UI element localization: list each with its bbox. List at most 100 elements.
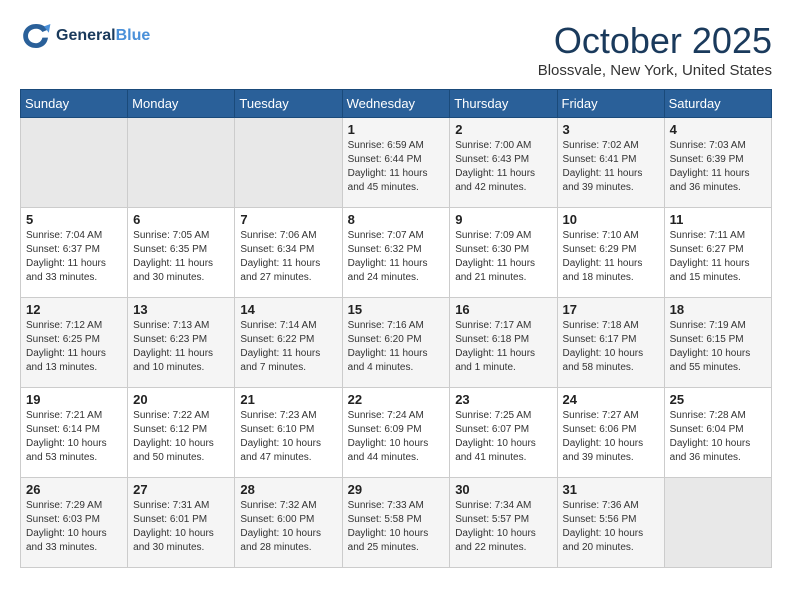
day-info: Sunrise: 7:07 AM Sunset: 6:32 PM Dayligh… <box>348 229 445 285</box>
calendar-cell: 15Sunrise: 7:16 AM Sunset: 6:20 PM Dayli… <box>342 298 450 388</box>
day-info: Sunrise: 7:33 AM Sunset: 5:58 PM Dayligh… <box>348 499 445 555</box>
calendar-cell: 17 Sunrise: 7:18 AM Sunset: 6:17 PM Dayli… <box>557 298 664 388</box>
day-number: 8 <box>348 212 445 227</box>
day-info: Sunrise: 7:25 AM Sunset: 6:07 PM Dayligh… <box>455 409 551 465</box>
calendar-cell: 26 Sunrise: 7:29 AM Sunset: 6:03 PM Dayli… <box>21 478 128 568</box>
day-info: Sunrise: 7:17 AM Sunset: 6:18 PM Dayligh… <box>455 319 551 375</box>
day-number: 30 <box>455 482 551 497</box>
day-number: 27 <box>133 482 229 497</box>
calendar-cell <box>21 118 128 208</box>
day-number: 31 <box>563 482 659 497</box>
calendar-cell: 9Sunrise: 7:09 AM Sunset: 6:30 PM Daylig… <box>450 208 557 298</box>
day-number: 18 <box>670 302 766 317</box>
calendar-cell: 31 Sunrise: 7:36 AM Sunset: 5:56 PM Dayli… <box>557 478 664 568</box>
day-info: Sunrise: 7:36 AM Sunset: 5:56 PM Dayligh… <box>563 499 659 555</box>
day-number: 12 <box>26 302 122 317</box>
calendar-cell: 25Sunrise: 7:28 AM Sunset: 6:04 PM Dayli… <box>664 388 771 478</box>
calendar-week-row: 5 Sunrise: 7:04 AM Sunset: 6:37 PM Daylig… <box>21 208 772 298</box>
calendar-week-row: 19 Sunrise: 7:21 AM Sunset: 6:14 PM Dayli… <box>21 388 772 478</box>
day-info: Sunrise: 7:19 AM Sunset: 6:15 PM Dayligh… <box>670 319 766 375</box>
day-number: 1 <box>348 122 445 137</box>
calendar-week-row: 26 Sunrise: 7:29 AM Sunset: 6:03 PM Dayli… <box>21 478 772 568</box>
calendar-week-row: 1 Sunrise: 6:59 AM Sunset: 6:44 PM Daylig… <box>21 118 772 208</box>
day-info: Sunrise: 7:06 AM Sunset: 6:34 PM Dayligh… <box>240 229 336 285</box>
day-info: Sunrise: 7:00 AM Sunset: 6:43 PM Dayligh… <box>455 139 551 195</box>
day-info: Sunrise: 7:34 AM Sunset: 5:57 PM Dayligh… <box>455 499 551 555</box>
day-info: Sunrise: 7:22 AM Sunset: 6:12 PM Dayligh… <box>133 409 229 465</box>
calendar-cell: 24 Sunrise: 7:27 AM Sunset: 6:06 PM Dayli… <box>557 388 664 478</box>
page-header: GeneralBlue October 2025 Blossvale, New … <box>20 20 772 79</box>
day-info: Sunrise: 7:18 AM Sunset: 6:17 PM Dayligh… <box>563 319 659 375</box>
day-info: Sunrise: 7:11 AM Sunset: 6:27 PM Dayligh… <box>670 229 766 285</box>
calendar-cell: 19 Sunrise: 7:21 AM Sunset: 6:14 PM Dayli… <box>21 388 128 478</box>
day-info: Sunrise: 7:32 AM Sunset: 6:00 PM Dayligh… <box>240 499 336 555</box>
day-number: 23 <box>455 392 551 407</box>
day-info: Sunrise: 7:13 AM Sunset: 6:23 PM Dayligh… <box>133 319 229 375</box>
weekday-header: Sunday <box>21 90 128 118</box>
day-number: 16 <box>455 302 551 317</box>
title-block: October 2025 Blossvale, New York, United… <box>538 20 772 79</box>
calendar-cell: 16 Sunrise: 7:17 AM Sunset: 6:18 PM Dayli… <box>450 298 557 388</box>
day-number: 21 <box>240 392 336 407</box>
calendar-cell: 3 Sunrise: 7:02 AM Sunset: 6:41 PM Daylig… <box>557 118 664 208</box>
calendar-cell: 13Sunrise: 7:13 AM Sunset: 6:23 PM Dayli… <box>128 298 235 388</box>
day-info: Sunrise: 7:03 AM Sunset: 6:39 PM Dayligh… <box>670 139 766 195</box>
day-number: 28 <box>240 482 336 497</box>
day-info: Sunrise: 6:59 AM Sunset: 6:44 PM Dayligh… <box>348 139 445 195</box>
day-info: Sunrise: 7:21 AM Sunset: 6:14 PM Dayligh… <box>26 409 122 465</box>
day-number: 19 <box>26 392 122 407</box>
logo: GeneralBlue <box>20 20 150 52</box>
day-info: Sunrise: 7:02 AM Sunset: 6:41 PM Dayligh… <box>563 139 659 195</box>
day-number: 7 <box>240 212 336 227</box>
day-info: Sunrise: 7:16 AM Sunset: 6:20 PM Dayligh… <box>348 319 445 375</box>
calendar-cell: 8 Sunrise: 7:07 AM Sunset: 6:32 PM Daylig… <box>342 208 450 298</box>
calendar-table: SundayMondayTuesdayWednesdayThursdayFrid… <box>20 89 772 568</box>
day-number: 4 <box>670 122 766 137</box>
day-info: Sunrise: 7:27 AM Sunset: 6:06 PM Dayligh… <box>563 409 659 465</box>
day-number: 3 <box>563 122 659 137</box>
calendar-cell: 28 Sunrise: 7:32 AM Sunset: 6:00 PM Dayli… <box>235 478 342 568</box>
day-info: Sunrise: 7:24 AM Sunset: 6:09 PM Dayligh… <box>348 409 445 465</box>
day-number: 22 <box>348 392 445 407</box>
calendar-cell: 22 Sunrise: 7:24 AM Sunset: 6:09 PM Dayli… <box>342 388 450 478</box>
weekday-header: Tuesday <box>235 90 342 118</box>
logo-text: GeneralBlue <box>56 27 150 45</box>
day-number: 26 <box>26 482 122 497</box>
day-number: 29 <box>348 482 445 497</box>
calendar-cell <box>235 118 342 208</box>
calendar-cell: 12Sunrise: 7:12 AM Sunset: 6:25 PM Dayli… <box>21 298 128 388</box>
calendar-cell: 5 Sunrise: 7:04 AM Sunset: 6:37 PM Daylig… <box>21 208 128 298</box>
day-info: Sunrise: 7:23 AM Sunset: 6:10 PM Dayligh… <box>240 409 336 465</box>
weekday-header: Thursday <box>450 90 557 118</box>
location-subtitle: Blossvale, New York, United States <box>538 62 772 79</box>
day-number: 6 <box>133 212 229 227</box>
calendar-cell: 21 Sunrise: 7:23 AM Sunset: 6:10 PM Dayli… <box>235 388 342 478</box>
calendar-cell: 27Sunrise: 7:31 AM Sunset: 6:01 PM Dayli… <box>128 478 235 568</box>
calendar-cell <box>664 478 771 568</box>
calendar-cell: 23 Sunrise: 7:25 AM Sunset: 6:07 PM Dayli… <box>450 388 557 478</box>
calendar-cell: 6 Sunrise: 7:05 AM Sunset: 6:35 PM Daylig… <box>128 208 235 298</box>
day-info: Sunrise: 7:09 AM Sunset: 6:30 PM Dayligh… <box>455 229 551 285</box>
day-info: Sunrise: 7:29 AM Sunset: 6:03 PM Dayligh… <box>26 499 122 555</box>
month-title: October 2025 <box>538 20 772 62</box>
calendar-cell: 11Sunrise: 7:11 AM Sunset: 6:27 PM Dayli… <box>664 208 771 298</box>
calendar-cell: 20Sunrise: 7:22 AM Sunset: 6:12 PM Dayli… <box>128 388 235 478</box>
weekday-header: Monday <box>128 90 235 118</box>
day-number: 24 <box>563 392 659 407</box>
day-info: Sunrise: 7:14 AM Sunset: 6:22 PM Dayligh… <box>240 319 336 375</box>
day-number: 10 <box>563 212 659 227</box>
day-number: 14 <box>240 302 336 317</box>
calendar-cell: 1 Sunrise: 6:59 AM Sunset: 6:44 PM Daylig… <box>342 118 450 208</box>
day-info: Sunrise: 7:10 AM Sunset: 6:29 PM Dayligh… <box>563 229 659 285</box>
weekday-header: Saturday <box>664 90 771 118</box>
calendar-cell: 14 Sunrise: 7:14 AM Sunset: 6:22 PM Dayli… <box>235 298 342 388</box>
calendar-cell: 30 Sunrise: 7:34 AM Sunset: 5:57 PM Dayli… <box>450 478 557 568</box>
day-number: 5 <box>26 212 122 227</box>
day-number: 17 <box>563 302 659 317</box>
day-info: Sunrise: 7:05 AM Sunset: 6:35 PM Dayligh… <box>133 229 229 285</box>
weekday-header: Friday <box>557 90 664 118</box>
day-info: Sunrise: 7:28 AM Sunset: 6:04 PM Dayligh… <box>670 409 766 465</box>
calendar-cell: 18 Sunrise: 7:19 AM Sunset: 6:15 PM Dayli… <box>664 298 771 388</box>
weekday-header: Wednesday <box>342 90 450 118</box>
day-info: Sunrise: 7:04 AM Sunset: 6:37 PM Dayligh… <box>26 229 122 285</box>
